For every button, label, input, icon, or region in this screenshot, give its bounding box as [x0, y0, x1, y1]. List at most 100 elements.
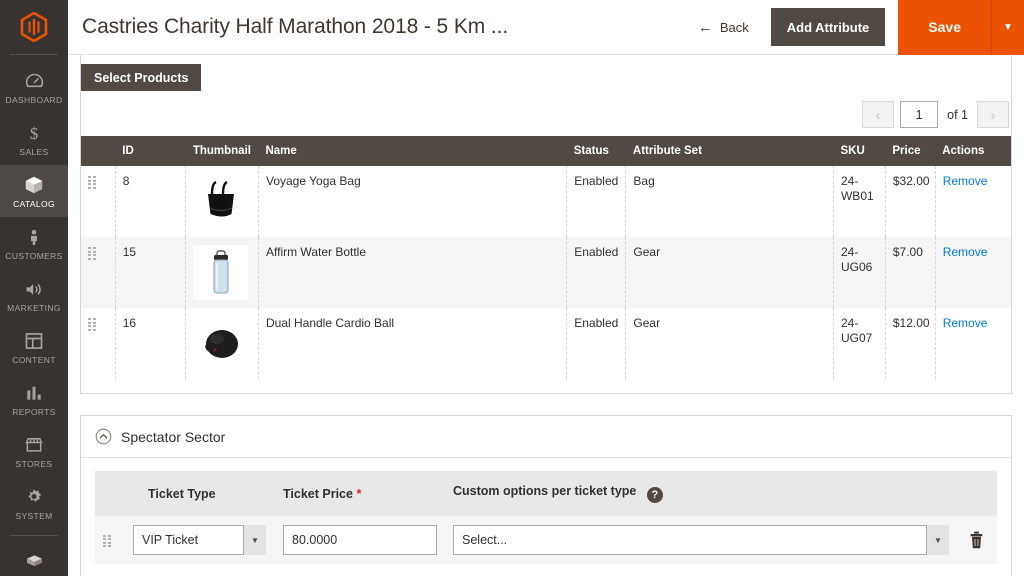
layout-icon [2, 330, 66, 352]
person-icon [2, 226, 66, 248]
page-header: Castries Charity Half Marathon 2018 - 5 … [68, 0, 1024, 55]
row-price: $7.00 [885, 237, 936, 308]
select-products-button[interactable]: Select Products [81, 64, 202, 91]
col-header-custom-options-label: Custom options per ticket type [453, 484, 637, 498]
ticket-table-body: VIP Ticket ▼ 80.0000 Select... ▼ [95, 516, 997, 564]
row-name: Dual Handle Cardio Ball [258, 308, 568, 379]
ticket-table-header-row: Ticket Type Ticket Price * Custom option… [95, 471, 997, 516]
remove-link[interactable]: Remove [943, 316, 988, 330]
pagination-prev-button[interactable]: ‹ [862, 101, 895, 128]
row-drag-cell[interactable] [81, 308, 116, 379]
svg-text:$: $ [30, 124, 38, 143]
col-header-ticket-drag [95, 471, 125, 516]
admin-sidebar: DASHBOARD $ SALES CATALOG CUSTOMERS MARK… [0, 0, 68, 576]
remove-link[interactable]: Remove [943, 174, 988, 188]
col-header-attribute-set[interactable]: Attribute Set [625, 136, 834, 166]
row-sku: 24-UG06 [833, 237, 886, 308]
add-attribute-button[interactable]: Add Attribute [770, 8, 886, 46]
sidebar-item-dashboard[interactable]: DASHBOARD [0, 61, 68, 113]
delete-ticket-row-button[interactable] [965, 528, 987, 552]
col-header-ticket-delete [957, 471, 997, 516]
box-icon [2, 174, 66, 196]
chevron-up-circle-icon [95, 428, 112, 445]
sidebar-divider-top [10, 54, 58, 55]
row-sku: 24-WB01 [833, 166, 886, 237]
save-dropdown-toggle[interactable]: ▼ [991, 0, 1024, 55]
sidebar-label-dashboard: DASHBOARD [5, 95, 63, 105]
ticket-price-cell [275, 516, 445, 564]
remove-link[interactable]: Remove [943, 245, 988, 259]
sidebar-item-customers[interactable]: CUSTOMERS [0, 217, 68, 269]
ticket-type-select-wrap: VIP Ticket ▼ [133, 525, 266, 555]
back-button-label: Back [719, 19, 749, 35]
col-header-name[interactable]: Name [258, 136, 567, 166]
magento-logo[interactable] [0, 0, 68, 54]
col-header-id[interactable]: ID [115, 136, 186, 166]
puzzle-icon [2, 551, 66, 573]
row-thumbnail-cell [185, 308, 259, 379]
drag-handle-icon[interactable] [88, 176, 97, 189]
page-title: Castries Charity Half Marathon 2018 - 5 … [82, 15, 509, 38]
sidebar-item-system[interactable]: SYSTEM [0, 477, 68, 529]
sidebar-item-sales[interactable]: $ SALES [0, 113, 68, 165]
col-header-ticket-price: Ticket Price * [275, 471, 445, 516]
products-panel: Select Products ‹ of 1 › [80, 55, 1012, 394]
header-actions: ← Back Add Attribute Save ▼ [686, 0, 1024, 55]
yoga-bag-thumbnail [193, 174, 249, 229]
col-header-thumbnail[interactable]: Thumbnail [185, 136, 259, 166]
row-drag-cell[interactable] [81, 166, 116, 237]
ticket-table-header: Ticket Type Ticket Price * Custom option… [95, 471, 997, 516]
question-mark-icon[interactable]: ? [646, 487, 663, 503]
ticket-price-input[interactable] [283, 525, 437, 555]
gear-icon [2, 486, 66, 508]
row-id: 16 [115, 308, 187, 379]
chevron-left-icon: ‹ [875, 106, 881, 123]
row-thumbnail-cell [185, 237, 259, 308]
sidebar-item-stores[interactable]: STORES [0, 425, 68, 477]
admin-page: DASHBOARD $ SALES CATALOG CUSTOMERS MARK… [0, 0, 1024, 576]
ticket-rows-container: Ticket Type Ticket Price * Custom option… [81, 458, 1011, 576]
col-header-price[interactable]: Price [885, 136, 936, 166]
row-name: Voyage Yoga Bag [258, 166, 568, 237]
sidebar-item-catalog[interactable]: CATALOG [0, 165, 68, 217]
spectator-sector-header[interactable]: Spectator Sector [81, 416, 1011, 458]
drag-handle-icon[interactable] [103, 534, 112, 548]
row-actions: Remove [935, 166, 1011, 237]
ticket-table: Ticket Type Ticket Price * Custom option… [95, 471, 997, 564]
save-button[interactable]: Save [898, 0, 991, 55]
cardio-ball-thumbnail [193, 316, 249, 371]
chevron-down-icon: ▼ [1003, 21, 1013, 33]
pagination-page-input[interactable] [900, 101, 939, 128]
drag-handle-icon[interactable] [88, 318, 97, 331]
pagination-next-button[interactable]: › [977, 101, 1009, 128]
table-row: 15 Affirm Water Bottle Enabled Gear 24-U… [81, 237, 1011, 308]
sidebar-item-reports[interactable]: REPORTS [0, 373, 68, 425]
arrow-left-icon: ← [697, 18, 713, 36]
row-price: $12.00 [885, 308, 936, 379]
custom-options-select-wrap: Select... ▼ [453, 525, 949, 555]
dollar-icon: $ [2, 122, 66, 144]
back-button[interactable]: ← Back [686, 20, 771, 35]
sidebar-item-marketing[interactable]: MARKETING [0, 269, 68, 321]
products-grid-header: ID Thumbnail Name Status Attribute Set S… [81, 136, 1011, 166]
ticket-row-drag-cell[interactable] [95, 516, 125, 564]
sidebar-label-reports: REPORTS [12, 407, 56, 417]
ticket-type-select[interactable]: VIP Ticket [133, 525, 266, 555]
table-row: 16 Dual Handle Cardio Ball Enabled Gear … [81, 308, 1011, 379]
ticket-type-cell: VIP Ticket ▼ [125, 516, 275, 564]
col-header-status[interactable]: Status [566, 136, 626, 166]
chevron-right-icon: › [990, 106, 996, 123]
products-grid-header-row: ID Thumbnail Name Status Attribute Set S… [81, 136, 1011, 166]
sidebar-label-stores: STORES [15, 459, 53, 469]
page-content: Select Products ‹ of 1 › [68, 55, 1024, 576]
col-header-sku[interactable]: SKU [833, 136, 886, 166]
drag-handle-icon[interactable] [88, 247, 97, 260]
sidebar-label-system: SYSTEM [15, 511, 53, 521]
sidebar-item-find-partners[interactable]: FIND PARTNERS & EXTENSIONS [0, 542, 68, 576]
row-drag-cell[interactable] [81, 237, 116, 308]
sidebar-item-content[interactable]: CONTENT [0, 321, 68, 373]
row-price: $32.00 [885, 166, 936, 237]
required-indicator: * [356, 486, 362, 501]
products-grid-body: 8 Voyage Yoga Bag Enabled Bag 24-WB01 $3… [81, 166, 1011, 379]
custom-options-select[interactable]: Select... [453, 525, 949, 555]
